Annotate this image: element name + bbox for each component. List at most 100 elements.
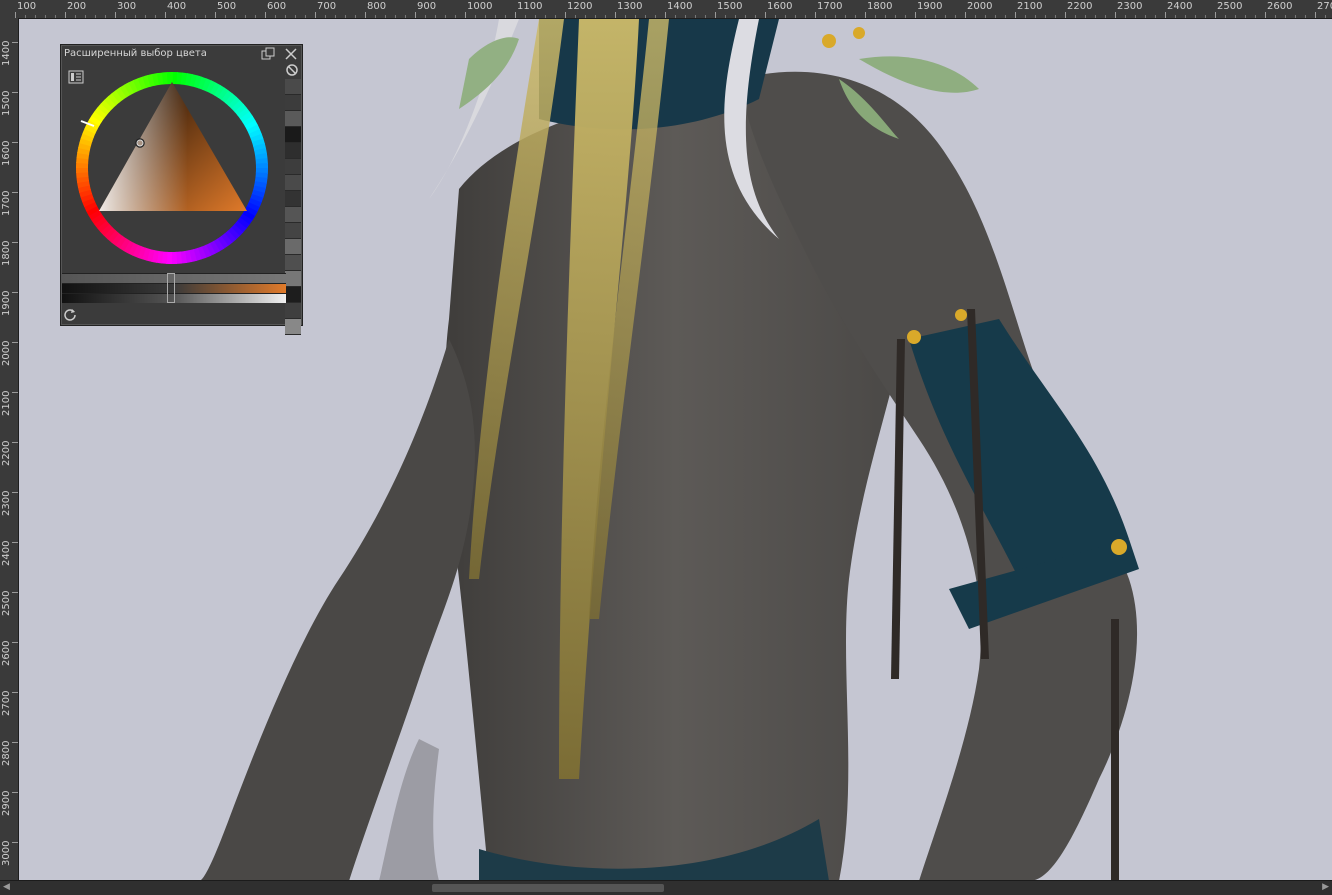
ruler-tick	[12, 292, 18, 293]
ruler-minor-tick	[955, 15, 956, 18]
close-icon[interactable]	[284, 47, 298, 61]
ruler-minor-tick	[735, 15, 736, 18]
ruler-minor-tick	[985, 15, 986, 18]
ruler-label: 1500	[717, 1, 743, 12]
ruler-minor-tick	[125, 15, 126, 18]
ruler-minor-tick	[605, 15, 606, 18]
ruler-minor-tick	[1235, 15, 1236, 18]
no-color-icon[interactable]	[285, 63, 299, 77]
color-swatch[interactable]	[285, 175, 301, 191]
ruler-tick	[12, 842, 18, 843]
ruler-minor-tick	[335, 15, 336, 18]
ruler-minor-tick	[385, 15, 386, 18]
ruler-label: 2000	[1, 340, 12, 366]
color-swatch[interactable]	[285, 223, 301, 239]
color-swatch[interactable]	[285, 127, 301, 143]
ruler-label: 2200	[1067, 1, 1093, 12]
ruler-label: 1700	[1, 190, 12, 216]
ruler-minor-tick	[595, 15, 596, 18]
float-window-icon[interactable]	[261, 47, 275, 61]
ruler-minor-tick	[1295, 15, 1296, 18]
color-swatch[interactable]	[285, 319, 301, 335]
color-swatch[interactable]	[285, 207, 301, 223]
ruler-minor-tick	[1325, 15, 1326, 18]
color-history-strip[interactable]	[285, 79, 301, 335]
scroll-right-icon[interactable]: ▶	[1322, 882, 1329, 892]
ruler-label: 200	[67, 1, 87, 12]
gold-bead	[853, 27, 865, 39]
color-swatch[interactable]	[285, 95, 301, 111]
ruler-minor-tick	[1095, 15, 1096, 18]
ruler-minor-tick	[1035, 15, 1036, 18]
ruler-minor-tick	[785, 15, 786, 18]
ruler-minor-tick	[1135, 15, 1136, 18]
ruler-tick	[665, 12, 666, 18]
ruler-minor-tick	[255, 15, 256, 18]
ruler-minor-tick	[185, 15, 186, 18]
ruler-label: 1600	[1, 140, 12, 166]
ruler-minor-tick	[95, 15, 96, 18]
color-swatch[interactable]	[285, 271, 301, 287]
color-wheel[interactable]	[67, 63, 277, 273]
hue-segment	[255, 162, 268, 169]
ruler-label: 1900	[917, 1, 943, 12]
ruler-tick	[465, 12, 466, 18]
ruler-minor-tick	[625, 15, 626, 18]
ruler-label: 2500	[1, 590, 12, 616]
ruler-label: 1900	[1, 290, 12, 316]
ruler-minor-tick	[535, 15, 536, 18]
ruler-tick	[165, 12, 166, 18]
ruler-label: 2400	[1167, 1, 1193, 12]
ruler-minor-tick	[945, 15, 946, 18]
ruler-label: 1500	[1, 90, 12, 116]
color-swatch[interactable]	[285, 255, 301, 271]
ruler-minor-tick	[1175, 15, 1176, 18]
color-swatch[interactable]	[285, 303, 301, 319]
ruler-minor-tick	[1025, 15, 1026, 18]
color-swatch[interactable]	[285, 111, 301, 127]
horizontal-ruler: 100 200 300 400 500 600 700 800 900 1000 1100 1200 1…	[0, 0, 1332, 19]
color-swatch[interactable]	[285, 159, 301, 175]
ruler-tick	[12, 742, 18, 743]
leaf-3	[459, 37, 519, 109]
ruler-minor-tick	[1275, 15, 1276, 18]
ruler-tick	[12, 92, 18, 93]
ruler-tick	[965, 12, 966, 18]
refresh-icon[interactable]	[63, 307, 77, 321]
color-swatch[interactable]	[285, 79, 301, 95]
ruler-tick	[12, 42, 18, 43]
ruler-tick	[915, 12, 916, 18]
ruler-minor-tick	[655, 15, 656, 18]
ruler-label: 1000	[467, 1, 493, 12]
color-swatch[interactable]	[285, 239, 301, 255]
ruler-tick	[12, 342, 18, 343]
color-swatch[interactable]	[285, 191, 301, 207]
ruler-minor-tick	[25, 15, 26, 18]
advanced-color-selector-docker[interactable]: Расширенный выбор цвета	[60, 44, 303, 335]
color-swatch[interactable]	[285, 287, 301, 303]
horizontal-scrollbar[interactable]: ◀ ▶	[0, 880, 1332, 895]
color-swatch[interactable]	[285, 143, 301, 159]
ruler-minor-tick	[35, 15, 36, 18]
bar-handle[interactable]	[167, 273, 175, 303]
ruler-label: 2100	[1, 390, 12, 416]
scroll-left-icon[interactable]: ◀	[3, 882, 10, 892]
scrollbar-thumb[interactable]	[432, 884, 664, 892]
ruler-minor-tick	[675, 15, 676, 18]
ruler-tick	[815, 12, 816, 18]
gold-bead	[907, 330, 921, 344]
gold-bead	[822, 34, 836, 48]
ruler-minor-tick	[225, 15, 226, 18]
ruler-label: 1800	[1, 240, 12, 266]
ruler-minor-tick	[345, 15, 346, 18]
ruler-minor-tick	[935, 15, 936, 18]
ruler-minor-tick	[555, 15, 556, 18]
ruler-minor-tick	[685, 15, 686, 18]
ruler-minor-tick	[895, 15, 896, 18]
gold-bead	[1111, 539, 1127, 555]
ruler-minor-tick	[1255, 15, 1256, 18]
ruler-label: 400	[167, 1, 187, 12]
ruler-minor-tick	[455, 15, 456, 18]
ruler-tick	[1265, 12, 1266, 18]
ruler-minor-tick	[805, 15, 806, 18]
